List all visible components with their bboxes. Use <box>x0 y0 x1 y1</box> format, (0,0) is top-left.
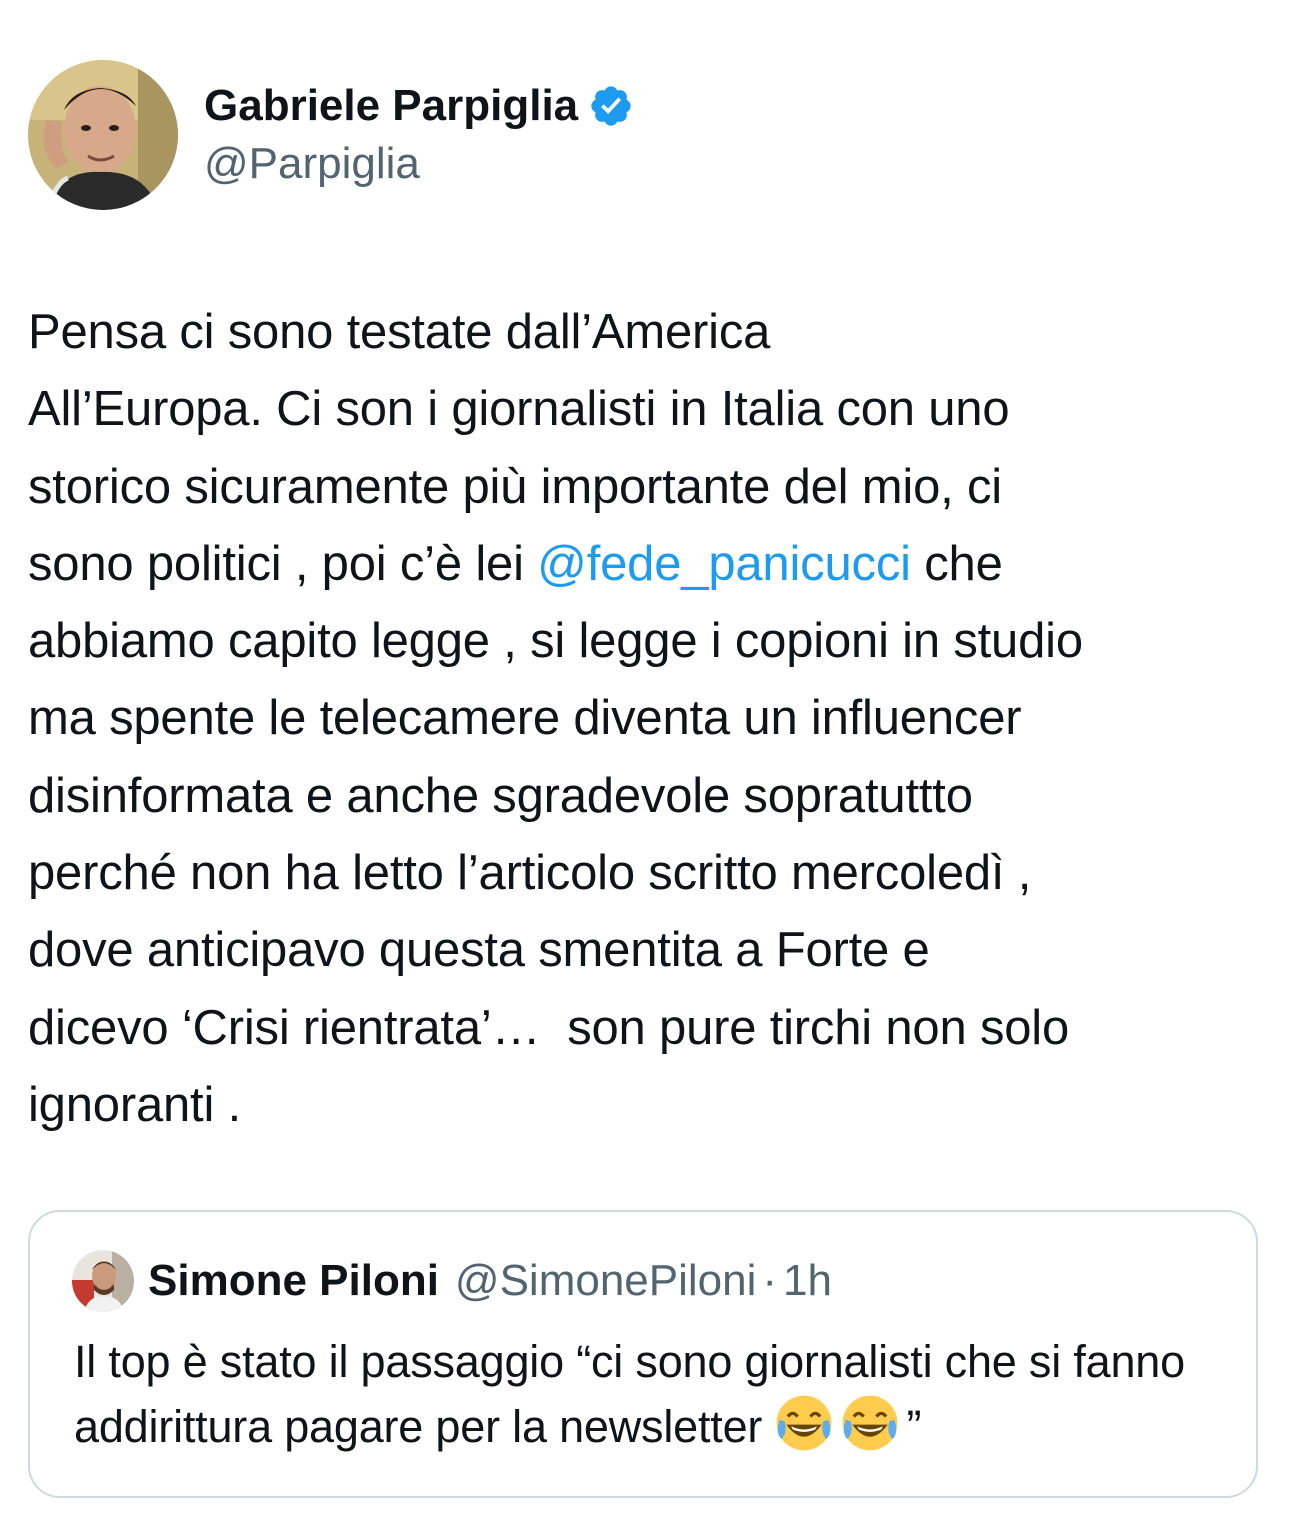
quoted-tweet-timestamp[interactable]: 1h <box>783 1256 832 1306</box>
author-avatar[interactable] <box>28 60 178 210</box>
face-with-tears-of-joy-icon <box>841 1394 899 1452</box>
meta-separator: · <box>762 1256 778 1305</box>
author-display-name[interactable]: Gabriele Parpiglia <box>204 78 578 134</box>
author-identity: Gabriele Parpiglia @Parpiglia <box>204 78 634 192</box>
quoted-tweet-header: Simone Piloni @SimonePiloni · 1h <box>72 1250 832 1312</box>
quoted-tweet-text-end: ” <box>906 1401 922 1452</box>
tweet-header: Gabriele Parpiglia @Parpiglia <box>28 60 634 210</box>
quoted-author-display-name[interactable]: Simone Piloni <box>148 1256 439 1306</box>
quoted-author-avatar[interactable] <box>72 1250 134 1312</box>
tweet-text-part-2: che abbiamo capito legge , si legge i co… <box>28 536 1083 1132</box>
verified-badge-icon[interactable] <box>588 83 634 129</box>
mention-link[interactable]: @fede_panicucci <box>537 537 911 591</box>
quoted-tweet-card[interactable]: Simone Piloni @SimonePiloni · 1h Il top … <box>28 1210 1258 1498</box>
quoted-author-handle[interactable]: @SimonePiloni <box>455 1256 756 1306</box>
quoted-tweet-body: Il top è stato il passaggio “ci sono gio… <box>74 1330 1244 1459</box>
quoted-tweet-text: Il top è stato il passaggio “ci sono gio… <box>74 1336 1185 1452</box>
author-name-row: Gabriele Parpiglia <box>204 78 634 134</box>
author-handle[interactable]: @Parpiglia <box>204 136 634 192</box>
tweet-body: Pensa ci sono testate dall’America All’E… <box>28 294 1268 1144</box>
face-with-tears-of-joy-icon <box>775 1394 833 1452</box>
